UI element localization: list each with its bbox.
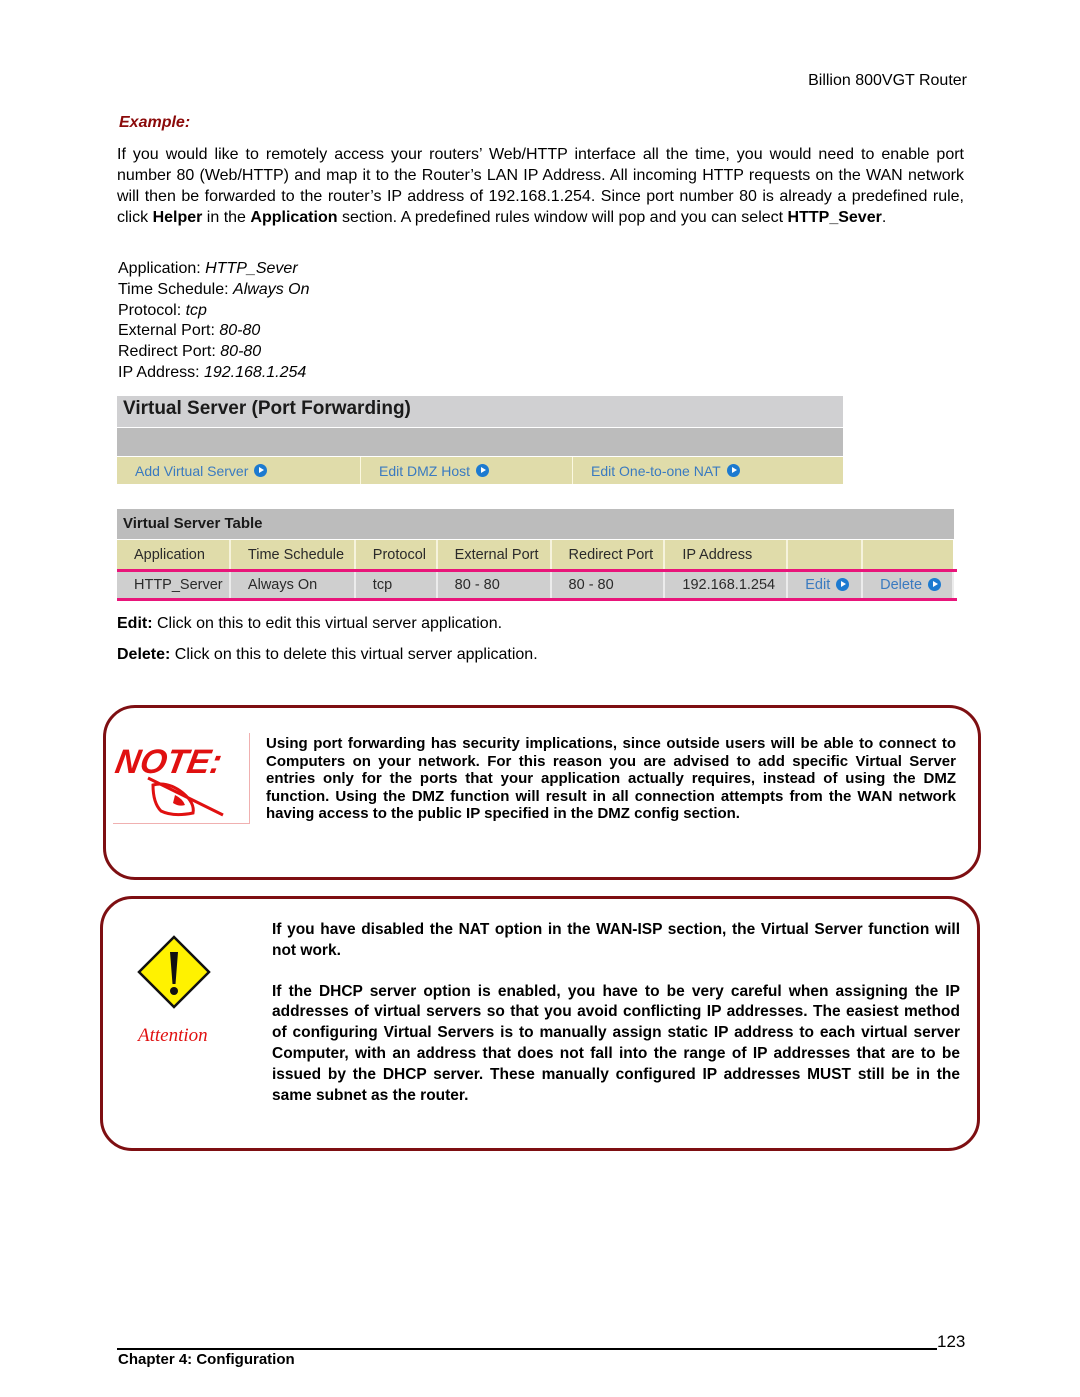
- setting-redirect-port: Redirect Port: 80-80: [118, 342, 309, 363]
- go-arrow-icon: [928, 578, 942, 592]
- attention-paragraph: If the DHCP server option is enabled, yo…: [272, 982, 960, 1104]
- go-arrow-icon: [476, 464, 490, 477]
- row-divider-top: [117, 569, 957, 572]
- column-header-edit: [787, 540, 864, 570]
- row-divider-bottom: [117, 598, 957, 601]
- virtual-server-table-title: Virtual Server Table: [123, 515, 263, 532]
- setting-value: 192.168.1.254: [203, 363, 307, 381]
- warning-diamond-icon: [136, 934, 212, 1010]
- setting-label: External Port:: [118, 322, 220, 340]
- setting-label: Time Schedule:: [118, 280, 234, 298]
- example-settings-list: Application: HTTP_Sever Time Schedule: A…: [118, 259, 309, 384]
- table-header-row: Application Time Schedule Protocol Exter…: [117, 540, 953, 570]
- setting-external-port: External Port: 80-80: [118, 321, 309, 342]
- setting-value: HTTP_Sever: [205, 260, 298, 277]
- table-row: HTTP_Server Always On tcp 80 - 80 80 - 8…: [117, 570, 954, 599]
- column-header-delete: [862, 540, 953, 570]
- intro-bold-http-sever: HTTP_Sever: [787, 209, 882, 226]
- note-pen-icon: NOTE:: [113, 733, 250, 824]
- column-header-redirect-port: Redirect Port: [550, 540, 666, 570]
- setting-label: IP Address:: [118, 363, 204, 381]
- document-header: Billion 800VGT Router: [808, 72, 967, 89]
- term: Delete:: [117, 646, 171, 663]
- cell-redirect-port: 80 - 80: [550, 570, 666, 599]
- term: Edit:: [117, 615, 153, 632]
- setting-ip-address: IP Address: 192.168.1.254: [118, 363, 309, 384]
- add-virtual-server-link[interactable]: Add Virtual Server: [117, 457, 361, 484]
- column-header-application: Application: [117, 540, 231, 570]
- go-arrow-icon: [726, 464, 740, 477]
- intro-text: in the: [202, 209, 251, 226]
- definition: Click on this to edit this virtual serve…: [152, 615, 503, 632]
- nav-label: Edit One-to-one NAT: [591, 462, 721, 479]
- column-header-external-port: External Port: [436, 540, 552, 570]
- setting-protocol: Protocol: tcp: [118, 301, 309, 322]
- intro-paragraph: If you would like to remotely access you…: [117, 144, 964, 228]
- edit-description: Edit: Click on this to edit this virtual…: [117, 615, 502, 633]
- edit-row-link[interactable]: Edit: [787, 570, 864, 599]
- cell-time-schedule: Always On: [229, 570, 356, 599]
- setting-application: Application: HTTP_Sever: [118, 259, 309, 280]
- page-number: 123: [937, 1332, 966, 1351]
- setting-label: Redirect Port:: [118, 343, 221, 361]
- intro-text: section. A predefined rules window will …: [337, 209, 788, 226]
- example-heading: Example:: [119, 114, 191, 131]
- cell-protocol: tcp: [354, 570, 438, 599]
- attention-paragraph: If you have disabled the NAT option in t…: [272, 921, 960, 959]
- virtual-server-nav: Add Virtual Server Edit DMZ Host Edit On…: [117, 457, 843, 484]
- setting-value: tcp: [185, 301, 207, 319]
- delete-row-link[interactable]: Delete: [862, 570, 954, 599]
- intro-bold-helper: Helper: [152, 209, 203, 226]
- column-header-time-schedule: Time Schedule: [229, 540, 356, 570]
- setting-value: 80-80: [219, 322, 261, 340]
- footer-rule: [117, 1348, 937, 1350]
- intro-bold-application: Application: [250, 209, 338, 226]
- chapter-footer: Chapter 4: Configuration: [118, 1351, 295, 1368]
- go-arrow-icon: [254, 464, 268, 477]
- nav-label: Add Virtual Server: [135, 462, 249, 479]
- delete-label: Delete: [880, 576, 923, 593]
- attention-text: If you have disabled the NAT option in t…: [272, 920, 960, 1126]
- setting-value: Always On: [233, 280, 310, 298]
- cell-ip-address: 192.168.1.254: [664, 570, 789, 599]
- delete-description: Delete: Click on this to delete this vir…: [117, 646, 538, 664]
- attention-label: Attention: [138, 1025, 208, 1046]
- setting-label: Application:: [118, 260, 206, 277]
- cell-application: HTTP_Server: [117, 570, 231, 599]
- setting-value: 80-80: [220, 343, 262, 361]
- column-header-protocol: Protocol: [354, 540, 438, 570]
- setting-label: Protocol:: [118, 301, 186, 319]
- virtual-server-spacer-bar: [117, 428, 843, 456]
- go-arrow-icon: [836, 578, 850, 592]
- note-text: Using port forwarding has security impli…: [266, 735, 956, 823]
- intro-text: .: [881, 209, 887, 226]
- edit-one-to-one-nat-link[interactable]: Edit One-to-one NAT: [573, 457, 843, 484]
- cell-external-port: 80 - 80: [436, 570, 552, 599]
- virtual-server-title: Virtual Server (Port Forwarding): [123, 398, 411, 419]
- edit-dmz-host-link[interactable]: Edit DMZ Host: [361, 457, 573, 484]
- definition: Click on this to delete this virtual ser…: [170, 646, 538, 663]
- nav-label: Edit DMZ Host: [379, 462, 471, 479]
- setting-time-schedule: Time Schedule: Always On: [118, 280, 309, 301]
- note-icon-text: NOTE:: [113, 743, 225, 781]
- column-header-ip-address: IP Address: [664, 540, 789, 570]
- edit-label: Edit: [805, 576, 831, 593]
